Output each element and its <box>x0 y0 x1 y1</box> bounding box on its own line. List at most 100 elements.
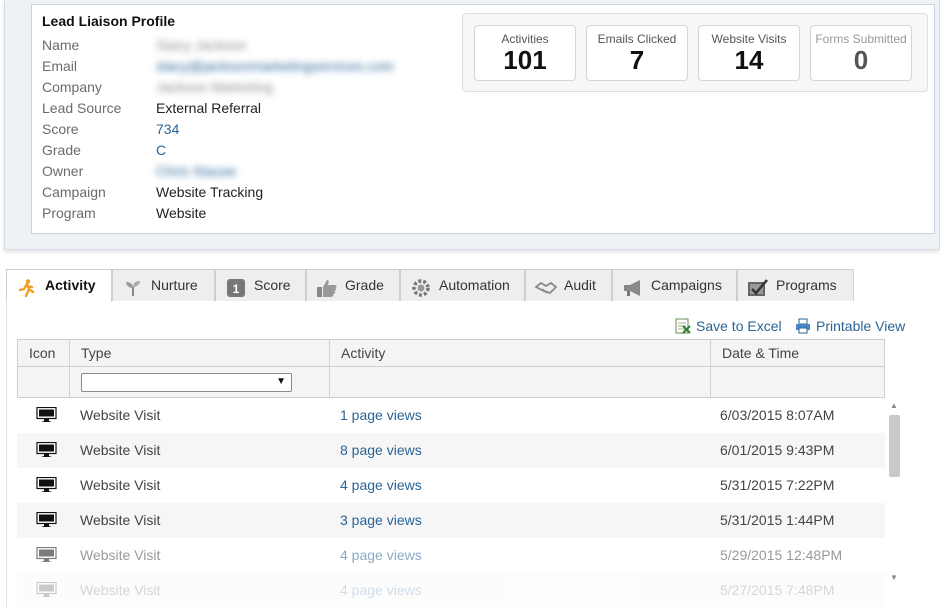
field-campaign: Campaign Website Tracking <box>42 182 462 203</box>
stat-label: Activities <box>501 32 549 46</box>
column-header-icon[interactable]: Icon <box>29 340 55 367</box>
column-header-activity[interactable]: Activity <box>341 340 385 367</box>
megaphone-icon <box>622 277 644 296</box>
table-row[interactable]: Website Visit 4 page views 5/27/2015 7:4… <box>17 573 885 607</box>
column-header-type[interactable]: Type <box>81 340 111 367</box>
row-activity-link[interactable]: 4 page views <box>340 573 422 607</box>
row-type: Website Visit <box>80 547 161 563</box>
field-value: Website <box>156 205 207 221</box>
grid-rows: Website Visit 1 page views 6/03/2015 8:0… <box>17 398 885 607</box>
monitor-icon <box>36 476 58 493</box>
type-filter-select[interactable]: ▼ <box>81 373 292 392</box>
score-badge-icon: 1 <box>225 277 247 297</box>
table-row[interactable]: Website Visit 8 page views 6/01/2015 9:4… <box>17 433 885 468</box>
table-row[interactable]: Website Visit 4 page views 5/29/2015 12:… <box>17 538 885 573</box>
table-row[interactable]: Website Visit 3 page views 5/31/2015 1:4… <box>17 503 885 538</box>
svg-text:1: 1 <box>233 282 240 296</box>
stat-activities: Activities 101 <box>474 25 576 81</box>
field-label: Owner <box>42 163 84 179</box>
grid-scrollbar[interactable]: ▲ ▼ <box>887 401 901 591</box>
monitor-icon <box>36 441 58 458</box>
table-row[interactable]: Website Visit 4 page views 5/31/2015 7:2… <box>17 468 885 503</box>
scroll-down-arrow-icon[interactable]: ▼ <box>890 573 898 582</box>
excel-icon <box>675 318 691 334</box>
field-label: Name <box>42 37 80 53</box>
field-grade: Grade C <box>42 140 462 161</box>
row-type: Website Visit <box>80 477 161 493</box>
grade-link[interactable]: C <box>156 140 166 161</box>
tab-nurture[interactable]: Nurture <box>112 269 215 301</box>
grid-filter-row: ▼ <box>17 367 885 398</box>
tab-label: Programs <box>776 277 837 293</box>
field-name: Name Stacy Jackson <box>42 35 462 56</box>
row-datetime: 6/01/2015 9:43PM <box>720 442 835 458</box>
field-email: Email stacy@jacksonmarketingservices.com <box>42 56 462 77</box>
stat-value: 14 <box>734 45 764 75</box>
score-link[interactable]: 734 <box>156 119 179 140</box>
stat-emails-clicked: Emails Clicked 7 <box>586 25 688 81</box>
owner-link[interactable]: Chris Stause <box>156 161 236 182</box>
field-lead-source: Lead Source External Referral <box>42 98 462 119</box>
field-company: Company Jackson Marketing <box>42 77 462 98</box>
row-activity-link[interactable]: 8 page views <box>340 433 422 468</box>
tab-audit[interactable]: Audit <box>525 269 612 301</box>
dropdown-arrow-icon: ▼ <box>276 376 286 387</box>
tab-label: Campaigns <box>651 277 722 293</box>
column-divider <box>710 340 711 366</box>
scroll-up-arrow-icon[interactable]: ▲ <box>890 401 898 410</box>
stat-forms-submitted: Forms Submitted 0 <box>810 25 912 81</box>
field-value: Website Tracking <box>156 184 264 200</box>
tab-bar: Activity Nurture 1 Score Grade Automatio… <box>6 269 856 302</box>
stat-label: Website Visits <box>711 32 787 46</box>
field-label: Campaign <box>42 184 106 200</box>
handshake-icon <box>534 277 558 295</box>
profile-details: Lead Liaison Profile Name Stacy Jackson … <box>31 4 935 234</box>
row-type: Website Visit <box>80 407 161 423</box>
thumbs-up-icon <box>316 277 338 297</box>
row-activity-link[interactable]: 4 page views <box>340 468 422 503</box>
row-activity-link[interactable]: 1 page views <box>340 398 422 433</box>
tab-activity[interactable]: Activity <box>6 269 112 302</box>
column-header-datetime[interactable]: Date & Time <box>722 340 799 367</box>
row-datetime: 5/31/2015 1:44PM <box>720 512 835 528</box>
profile-title: Lead Liaison Profile <box>42 13 176 29</box>
row-type: Website Visit <box>80 442 161 458</box>
row-activity-link[interactable]: 4 page views <box>340 538 422 573</box>
row-datetime: 6/03/2015 8:07AM <box>720 407 835 423</box>
stat-label: Forms Submitted <box>815 32 907 46</box>
row-type: Website Visit <box>80 512 161 528</box>
row-activity-link[interactable]: 3 page views <box>340 503 422 538</box>
save-to-excel-label: Save to Excel <box>696 318 782 334</box>
field-program: Program Website <box>42 203 462 224</box>
monitor-icon <box>36 581 58 598</box>
field-label: Company <box>42 79 102 95</box>
field-value: External Referral <box>156 100 262 116</box>
stat-label: Emails Clicked <box>597 32 677 46</box>
column-divider <box>710 367 711 397</box>
field-label: Lead Source <box>42 100 122 116</box>
field-label: Score <box>42 121 79 137</box>
tab-label: Nurture <box>151 277 198 293</box>
column-divider <box>329 340 330 366</box>
stat-value: 101 <box>503 45 547 75</box>
tab-programs[interactable]: Programs <box>737 269 854 301</box>
tab-campaigns[interactable]: Campaigns <box>612 269 737 301</box>
column-divider <box>69 340 70 366</box>
email-link[interactable]: stacy@jacksonmarketingservices.com <box>156 56 394 77</box>
stats-panel: Activities 101 Emails Clicked 7 Website … <box>462 13 928 92</box>
tab-score[interactable]: 1 Score <box>215 269 306 301</box>
column-divider <box>329 367 330 397</box>
tab-grade[interactable]: Grade <box>306 269 400 301</box>
field-score: Score 734 <box>42 119 462 140</box>
printer-icon <box>795 318 811 334</box>
table-row[interactable]: Website Visit 1 page views 6/03/2015 8:0… <box>17 398 885 433</box>
tab-label: Audit <box>564 277 596 293</box>
tab-automation[interactable]: Automation <box>400 269 525 301</box>
field-label: Grade <box>42 142 81 158</box>
grid-header: Icon Type Activity Date & Time <box>17 339 885 367</box>
stat-website-visits: Website Visits 14 <box>698 25 800 81</box>
scrollbar-thumb[interactable] <box>889 415 900 477</box>
profile-card: Lead Liaison Profile Name Stacy Jackson … <box>4 0 940 250</box>
row-datetime: 5/31/2015 7:22PM <box>720 477 835 493</box>
gear-icon <box>410 277 432 297</box>
